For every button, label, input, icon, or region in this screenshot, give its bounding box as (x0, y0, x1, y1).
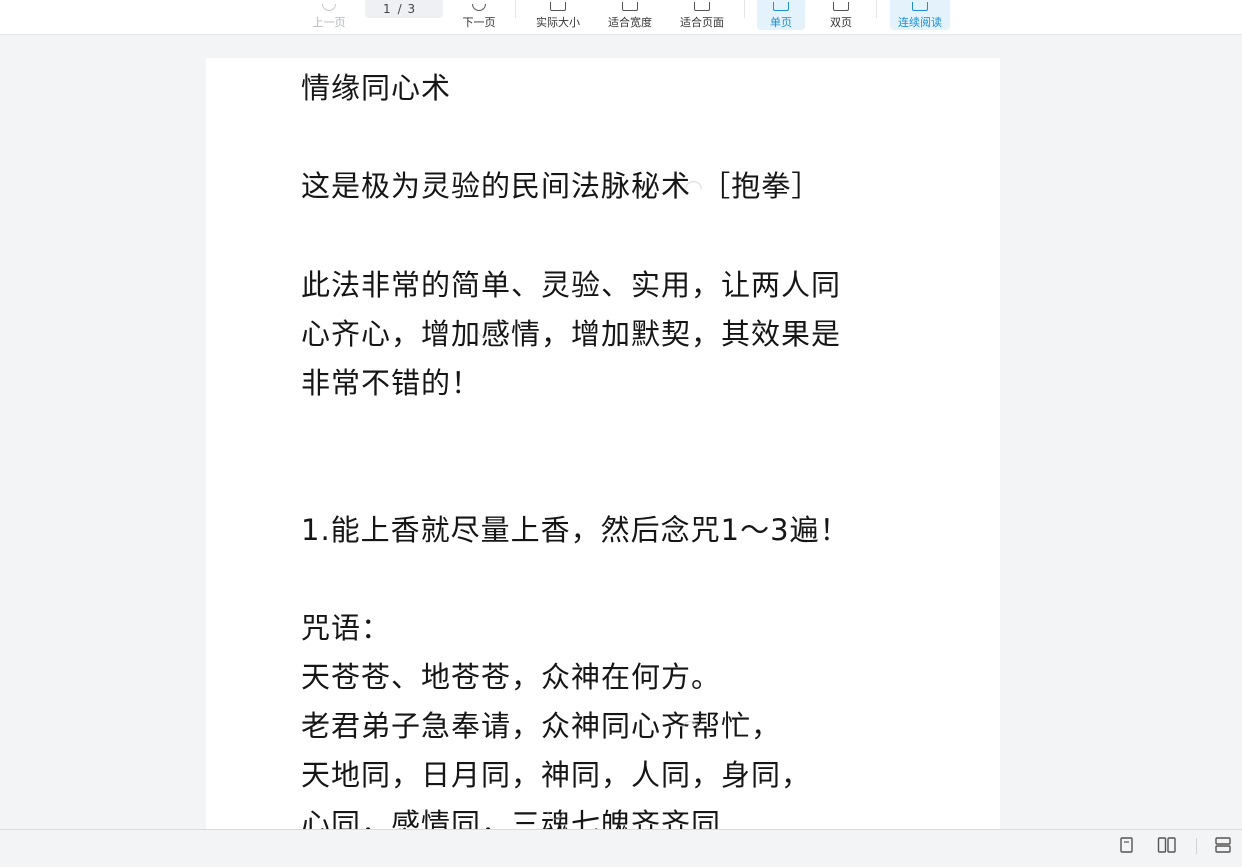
single-page-button[interactable]: 单页 (757, 0, 805, 30)
single-page-icon (773, 2, 789, 11)
doc-line: 非常不错的！ (301, 366, 482, 400)
doc-line: 心同，感情同，三魂七魄齐齐同 (301, 807, 722, 830)
fit-page-icon (694, 2, 710, 11)
continuous-icon (912, 2, 928, 11)
doc-line: 1.能上香就尽量上香，然后念咒1～3遍！ (301, 513, 850, 547)
prev-page-label: 上一页 (312, 16, 346, 29)
status-divider (1196, 838, 1197, 854)
actual-size-icon (550, 2, 566, 11)
fit-width-icon (622, 2, 638, 11)
double-page-icon (833, 2, 849, 11)
watermark-mark: ◠ (684, 176, 704, 201)
doc-line: 天地同，日月同，神同，人同，身同， (301, 758, 812, 792)
fit-page-label: 适合页面 (680, 16, 724, 29)
next-page-button[interactable]: 下一页 (460, 0, 498, 30)
next-page-label: 下一页 (462, 16, 496, 29)
arrow-down-icon (472, 4, 486, 11)
double-page-button[interactable]: 双页 (826, 0, 856, 30)
doc-title: 情缘同心术 (301, 71, 452, 105)
toolbar-divider (515, 0, 516, 18)
page-current: 1 (383, 2, 392, 16)
actual-size-button[interactable]: 实际大小 (532, 0, 584, 30)
doc-line: 这是极为灵验的民间法脉秘术 ［抱拳］ (301, 169, 822, 203)
doc-line: 心齐心，增加感情，增加默契，其效果是 (301, 317, 842, 351)
status-bar (0, 829, 1242, 867)
watermark-mark: ◡ (476, 316, 496, 341)
page-total: / 3 (397, 2, 417, 16)
prev-page-button[interactable]: 上一页 (310, 0, 348, 30)
continuous-icon[interactable] (1214, 836, 1234, 854)
document-page: 情缘同心术 这是极为灵验的民间法脉秘术 ［抱拳］ 此法非常的简单、灵验、实用，让… (206, 58, 1000, 830)
double-page-label: 双页 (830, 16, 852, 29)
watermark-mark: ◡ (546, 798, 566, 823)
actual-size-label: 实际大小 (536, 16, 580, 29)
toolbar-divider (876, 0, 877, 18)
fit-width-button[interactable]: 适合宽度 (604, 0, 656, 30)
doc-line: 此法非常的简单、灵验、实用，让两人同 (301, 268, 842, 302)
watermark-mark: ◠ (681, 716, 701, 741)
continuous-label: 连续阅读 (898, 16, 942, 29)
page-number-input[interactable]: 1 / 3 (365, 0, 443, 18)
double-page-icon[interactable] (1157, 836, 1177, 854)
doc-line: 咒语： (301, 611, 392, 645)
toolbar-divider (744, 0, 745, 18)
single-page-icon[interactable] (1119, 836, 1139, 854)
doc-line: 天苍苍、地苍苍，众神在何方。 (301, 660, 722, 694)
doc-line: 老君弟子急奉请，众神同心齐帮忙， (301, 709, 782, 743)
single-page-label: 单页 (770, 16, 792, 29)
fit-page-button[interactable]: 适合页面 (676, 0, 728, 30)
fit-width-label: 适合宽度 (608, 16, 652, 29)
viewer-toolbar: 上一页 1 / 3 下一页 实际大小 适合宽度 适合页面 单页 双页 连续阅读 (0, 0, 1242, 35)
arrow-up-icon (322, 4, 336, 11)
continuous-reading-button[interactable]: 连续阅读 (890, 0, 950, 30)
